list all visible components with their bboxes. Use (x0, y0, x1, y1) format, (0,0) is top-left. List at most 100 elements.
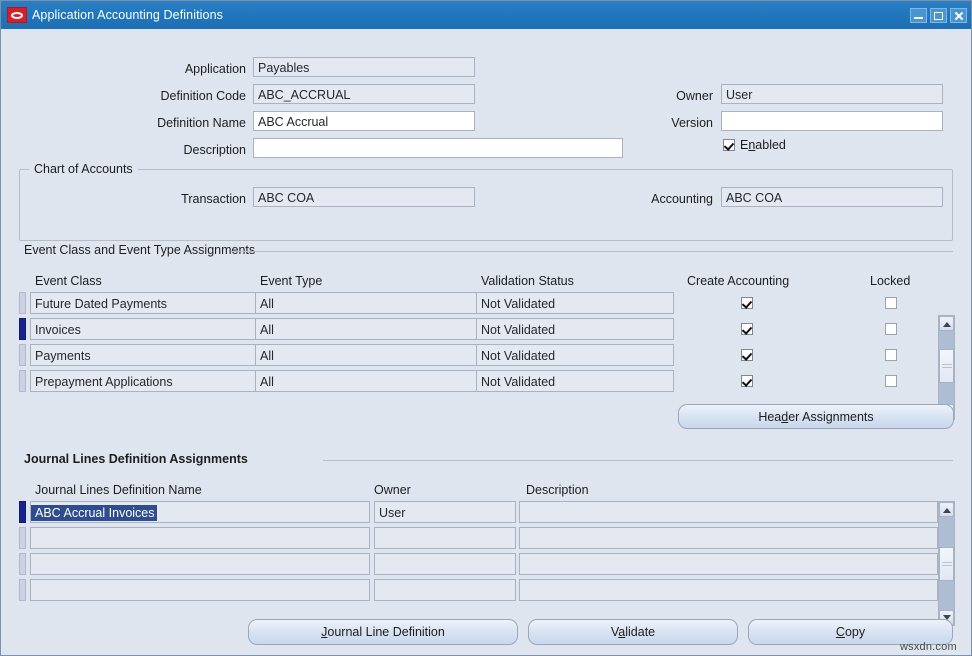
cell-journal-description[interactable] (519, 579, 938, 601)
cell-event-class[interactable]: Payments (30, 344, 262, 366)
definition-name-field[interactable]: ABC Accrual (253, 111, 475, 131)
column-header-validation-status: Validation Status (481, 274, 574, 288)
journal-scroll-track[interactable] (939, 517, 954, 610)
row-indicator[interactable] (19, 344, 26, 366)
journal-line-definition-label: Journal Line Definition (321, 625, 445, 639)
cell-event-type[interactable]: All (255, 370, 477, 392)
application-label: Application (184, 62, 246, 76)
column-header-event-type: Event Type (260, 274, 323, 288)
cell-event-class[interactable]: Prepayment Applications (30, 370, 262, 392)
cell-journal-owner[interactable] (374, 553, 516, 575)
window-titlebar: Application Accounting Definitions (1, 1, 971, 29)
application-field[interactable]: Payables (253, 57, 475, 77)
cell-validation-status[interactable]: Not Validated (476, 292, 674, 314)
version-field[interactable] (721, 111, 943, 131)
journal-lines-grid: ABC Accrual Invoices User (19, 501, 938, 605)
form-canvas: Application Payables Definition Code ABC… (1, 29, 971, 655)
cell-journal-description[interactable] (519, 553, 938, 575)
enabled-label: Enabled (740, 138, 786, 152)
table-row[interactable]: Payments All Not Validated (19, 344, 934, 370)
maximize-icon[interactable] (930, 7, 947, 23)
version-label: Version (671, 116, 713, 130)
row-indicator[interactable] (19, 579, 26, 601)
cell-validation-status[interactable]: Not Validated (476, 370, 674, 392)
cell-journal-description[interactable] (519, 527, 938, 549)
definition-code-label: Definition Code (160, 89, 246, 103)
chart-of-accounts-title: Chart of Accounts (29, 162, 138, 176)
row-indicator[interactable] (19, 501, 26, 523)
column-header-journal-description: Description (526, 483, 589, 497)
cell-journal-name[interactable] (30, 527, 370, 549)
owner-label: Owner (676, 89, 713, 103)
cell-event-type[interactable]: All (255, 292, 477, 314)
header-assignments-button[interactable]: Header Assignments (678, 404, 954, 429)
cell-locked-checkbox[interactable] (885, 375, 897, 387)
cell-journal-owner[interactable] (374, 579, 516, 601)
row-indicator[interactable] (19, 527, 26, 549)
row-indicator[interactable] (19, 553, 26, 575)
cell-journal-owner[interactable] (374, 527, 516, 549)
list-item[interactable] (19, 579, 938, 605)
cell-validation-status[interactable]: Not Validated (476, 344, 674, 366)
description-label: Description (183, 143, 246, 157)
cell-create-accounting-checkbox[interactable] (741, 297, 753, 309)
event-scroll-thumb[interactable] (939, 349, 954, 383)
cell-create-accounting-checkbox[interactable] (741, 323, 753, 335)
description-field[interactable] (253, 138, 623, 158)
table-row[interactable]: Prepayment Applications All Not Validated (19, 370, 934, 396)
cell-journal-owner[interactable]: User (374, 501, 516, 523)
watermark: wsxdn.com (900, 641, 957, 653)
transaction-label: Transaction (181, 192, 246, 206)
minimize-icon[interactable] (910, 7, 927, 23)
window-controls (910, 7, 967, 23)
cell-locked-checkbox[interactable] (885, 323, 897, 335)
cell-journal-name[interactable] (30, 553, 370, 575)
journal-scroll-up-arrow-icon[interactable] (939, 502, 954, 517)
event-class-grid: Future Dated Payments All Not Validated Inv… (19, 292, 934, 396)
row-indicator[interactable] (19, 370, 26, 392)
event-scroll-track[interactable] (939, 331, 954, 404)
cell-event-type[interactable]: All (255, 318, 477, 340)
row-indicator[interactable] (19, 292, 26, 314)
cell-event-type[interactable]: All (255, 344, 477, 366)
validate-button[interactable]: Validate (528, 619, 738, 645)
scroll-up-arrow-icon[interactable] (939, 316, 954, 331)
cell-locked-checkbox[interactable] (885, 349, 897, 361)
column-header-journal-owner: Owner (374, 483, 411, 497)
validate-label: Validate (610, 625, 656, 639)
selected-text: ABC Accrual Invoices (31, 505, 157, 521)
cell-journal-description[interactable] (519, 501, 938, 523)
cell-create-accounting-checkbox[interactable] (741, 349, 753, 361)
cell-validation-status[interactable]: Not Validated (476, 318, 674, 340)
definition-code-field[interactable]: ABC_ACCRUAL (253, 84, 475, 104)
enabled-checkbox[interactable] (723, 139, 735, 151)
table-row[interactable]: Invoices All Not Validated (19, 318, 934, 344)
cell-create-accounting-checkbox[interactable] (741, 375, 753, 387)
table-row[interactable]: Future Dated Payments All Not Validated (19, 292, 934, 318)
event-section-title: Event Class and Event Type Assignments (19, 243, 261, 257)
journal-scroll-thumb[interactable] (939, 547, 954, 581)
accounting-field[interactable]: ABC COA (721, 187, 943, 207)
journal-grid-scrollbar[interactable] (938, 501, 955, 626)
accounting-label: Accounting (651, 192, 713, 206)
cell-locked-checkbox[interactable] (885, 297, 897, 309)
list-item[interactable]: ABC Accrual Invoices User (19, 501, 938, 527)
journal-section-divider (323, 460, 953, 461)
close-icon[interactable] (950, 7, 967, 23)
row-indicator[interactable] (19, 318, 26, 340)
owner-field[interactable]: User (721, 84, 943, 104)
column-header-event-class: Event Class (35, 274, 102, 288)
journal-line-definition-button[interactable]: Journal Line Definition (248, 619, 518, 645)
header-assignments-label: Header Assignments (758, 409, 874, 424)
cell-journal-name[interactable]: ABC Accrual Invoices (30, 501, 370, 523)
cell-journal-name[interactable] (30, 579, 370, 601)
enabled-checkbox-group[interactable]: Enabled (723, 138, 786, 152)
transaction-field[interactable]: ABC COA (253, 187, 475, 207)
event-section-divider (231, 251, 953, 252)
definition-name-label: Definition Name (157, 116, 246, 130)
list-item[interactable] (19, 527, 938, 553)
cell-event-class[interactable]: Future Dated Payments (30, 292, 262, 314)
cell-event-class[interactable]: Invoices (30, 318, 262, 340)
column-header-locked: Locked (870, 274, 911, 288)
list-item[interactable] (19, 553, 938, 579)
